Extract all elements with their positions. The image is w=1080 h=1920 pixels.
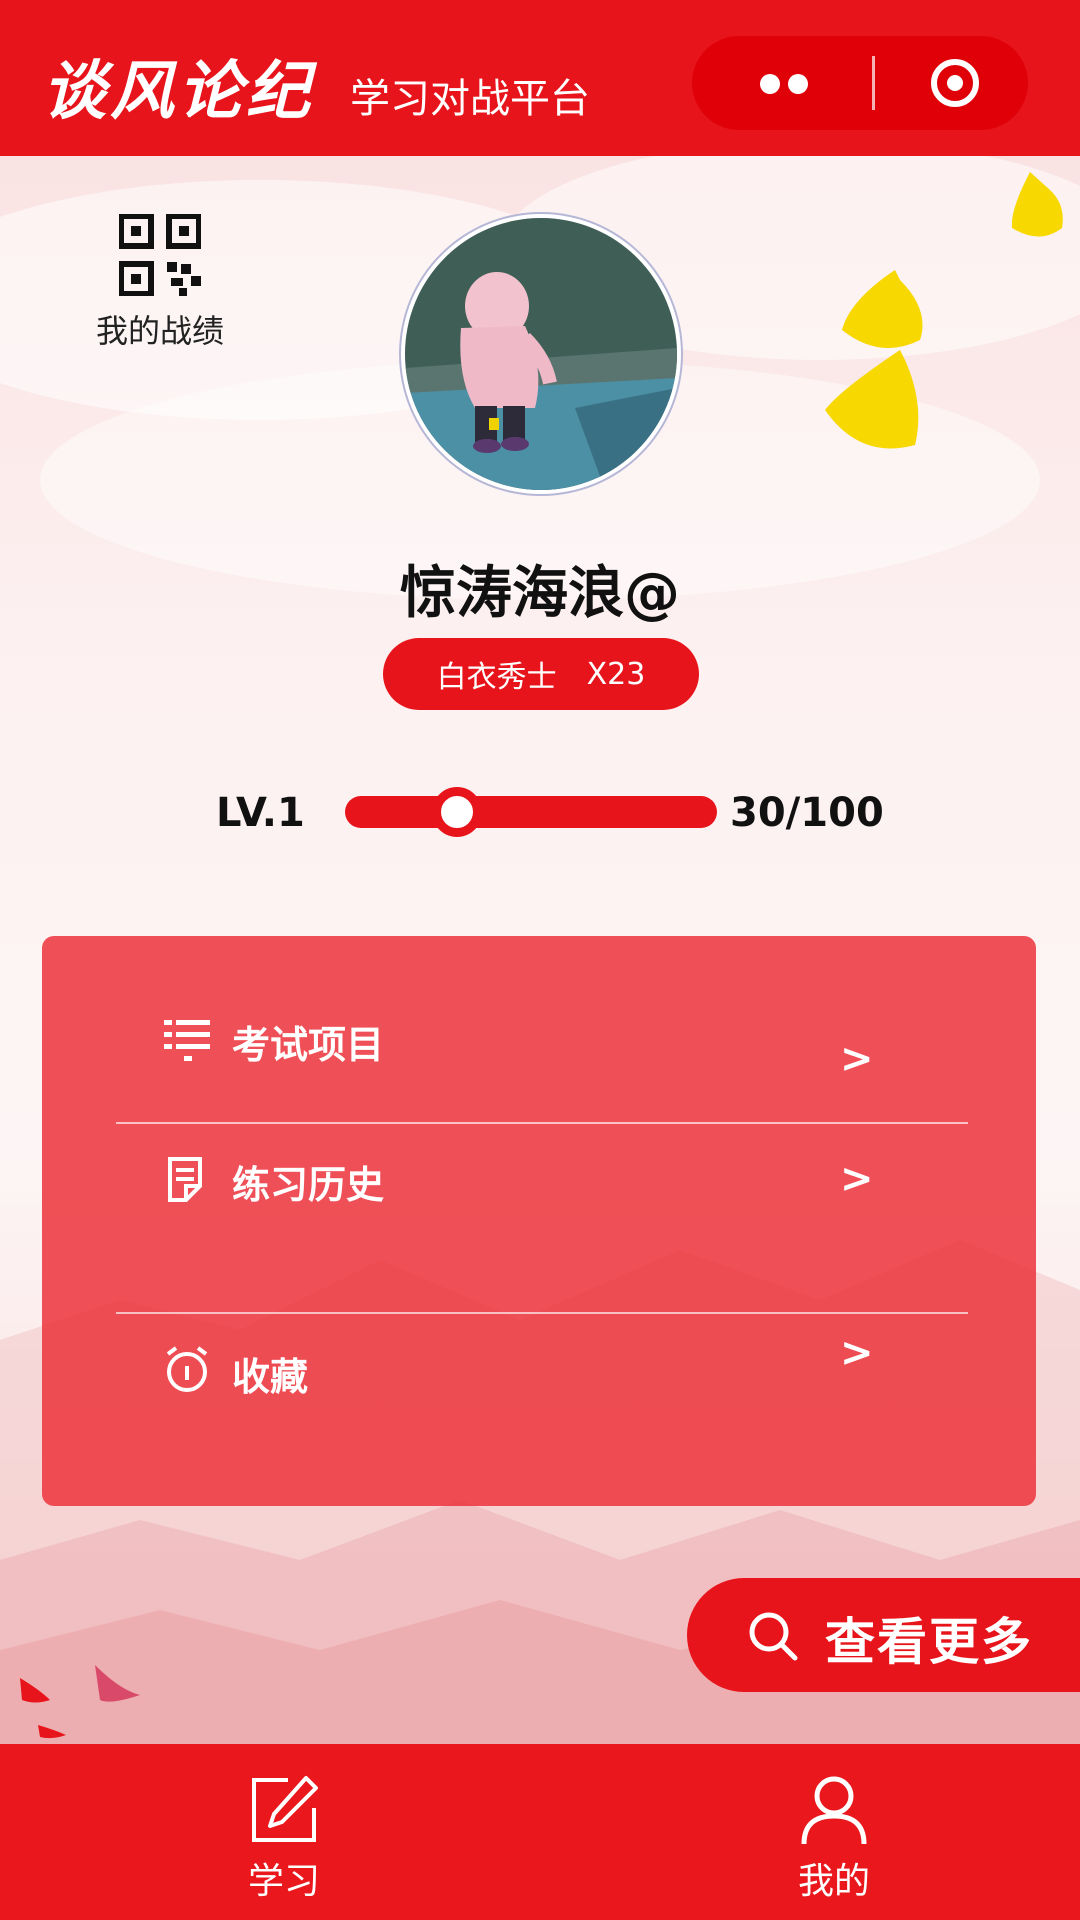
rank-title-badge: 白衣秀士 X23 — [383, 638, 699, 710]
bottom-tab-bar: 学习 我的 — [0, 1744, 1080, 1920]
avatar-photo — [405, 218, 677, 490]
menu-card: 考试项目 > 练习历史 > 收藏 > — [42, 936, 1036, 1506]
rank-count: X23 — [586, 656, 646, 692]
menu-item-favorites[interactable]: 收藏 > — [42, 1316, 1036, 1496]
chevron-right-icon: > — [840, 1330, 874, 1376]
edit-icon — [252, 1776, 318, 1842]
my-records-label: 我的战绩 — [95, 312, 224, 350]
more-options-button[interactable] — [752, 64, 822, 102]
menu-divider — [116, 1122, 968, 1124]
qr-code-icon — [118, 213, 202, 297]
menu-divider — [116, 1312, 968, 1314]
alarm-clock-icon — [166, 1346, 208, 1392]
menu-item-exam-projects[interactable]: 考试项目 > — [42, 936, 1036, 1116]
close-target-icon[interactable] — [928, 56, 982, 110]
mini-program-capsule — [692, 36, 1028, 130]
username: 惊涛海浪@ — [400, 561, 680, 626]
level-progress-knob — [431, 787, 482, 837]
chevron-right-icon: > — [840, 1156, 874, 1202]
list-icon — [164, 1020, 210, 1061]
avatar[interactable] — [405, 218, 677, 490]
brand-subtitle: 学习对战平台 — [350, 76, 590, 122]
menu-item-practice-history[interactable]: 练习历史 > — [42, 1126, 1036, 1306]
tab-study[interactable]: 学习 — [204, 1774, 364, 1910]
menu-item-label: 考试项目 — [232, 1023, 385, 1067]
view-more-button[interactable]: 查看更多 — [687, 1578, 1080, 1692]
menu-item-label: 收藏 — [232, 1355, 309, 1399]
capsule-divider — [872, 56, 875, 110]
app-header: 谈风论纪 学习对战平台 — [0, 0, 1080, 156]
search-icon — [749, 1612, 798, 1661]
chevron-right-icon: > — [840, 1036, 874, 1082]
document-icon — [168, 1157, 202, 1202]
brand-logo-text: 谈风论纪 — [42, 54, 314, 129]
tab-label: 学习 — [247, 1861, 320, 1902]
menu-item-label: 练习历史 — [232, 1163, 385, 1207]
tab-label: 我的 — [797, 1861, 870, 1902]
level-label: LV.1 — [216, 790, 305, 836]
my-records-button[interactable]: 我的战绩 — [80, 213, 240, 352]
view-more-label: 查看更多 — [825, 1613, 1033, 1671]
rank-title: 白衣秀士 — [436, 660, 557, 695]
level-progress-value: 30/100 — [730, 790, 884, 836]
level-progress-bar — [345, 787, 717, 837]
tab-mine[interactable]: 我的 — [754, 1774, 914, 1910]
user-icon — [801, 1776, 867, 1845]
